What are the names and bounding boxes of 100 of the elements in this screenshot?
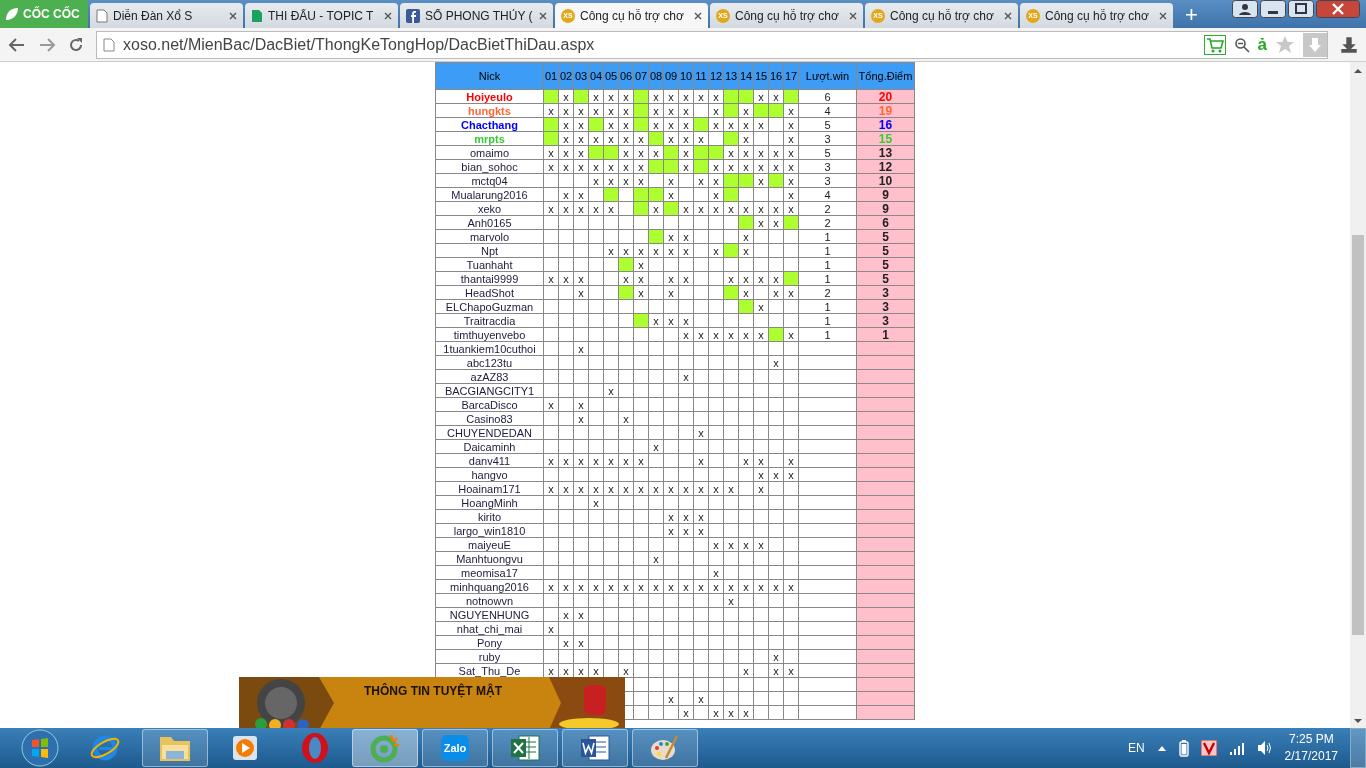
table-cell: x: [588, 453, 604, 468]
table-cell: 1: [798, 327, 857, 342]
signal-icon[interactable]: [1228, 741, 1245, 755]
table-cell: BarcaDisco: [435, 397, 544, 412]
table-cell: x: [753, 453, 769, 468]
table-cell: Pony: [435, 635, 544, 650]
table-cell: x: [723, 537, 739, 552]
table-cell: hungkts: [435, 103, 544, 118]
new-tab-button[interactable]: +: [1185, 2, 1198, 28]
table-cell: x: [753, 271, 769, 286]
table-cell: x: [723, 271, 739, 286]
back-icon[interactable]: [8, 36, 26, 53]
scroll-thumb[interactable]: [1352, 235, 1364, 635]
table-cell: x: [603, 481, 619, 496]
table-cell: x: [558, 89, 574, 104]
taskbar-button[interactable]: [492, 729, 558, 767]
opera-icon: [300, 732, 330, 764]
reload-icon[interactable]: [68, 36, 84, 53]
table-cell: Hoainam171: [435, 481, 544, 496]
leaf-icon: [369, 732, 401, 764]
close-icon[interactable]: [539, 11, 547, 20]
taskbar-button[interactable]: [562, 729, 628, 767]
table-cell: Anh0165: [435, 215, 544, 230]
user-icon[interactable]: [1232, 0, 1258, 18]
table-cell: x: [558, 117, 574, 132]
minimize-icon[interactable]: [1260, 0, 1286, 18]
table-cell: x: [753, 327, 769, 342]
table-cell: x: [693, 89, 709, 104]
table-cell: x: [663, 243, 679, 258]
table-cell: x: [573, 397, 589, 412]
table-cell: x: [768, 89, 784, 104]
maximize-icon[interactable]: [1288, 0, 1314, 18]
table-cell: Hoiyeulo: [435, 89, 544, 104]
taskbar-button[interactable]: [142, 729, 208, 767]
sheet-icon: [251, 8, 263, 23]
taskbar-button[interactable]: Zalo: [422, 729, 488, 767]
table-cell: x: [693, 523, 709, 538]
table-cell: x: [783, 159, 799, 174]
table-cell: x: [633, 131, 649, 146]
cart-icon[interactable]: [1203, 34, 1226, 55]
clock-date[interactable]: 2/17/2017: [1284, 748, 1338, 765]
close-icon[interactable]: [229, 11, 237, 20]
table-cell: x: [663, 229, 679, 244]
table-cell: x: [648, 243, 664, 258]
table-cell: x: [678, 271, 694, 286]
table-cell: x: [663, 691, 679, 706]
star-icon[interactable]: [1275, 34, 1295, 55]
close-icon[interactable]: [1159, 11, 1167, 20]
v-logo-icon[interactable]: [1200, 740, 1217, 756]
table-cell: Mualarung2016: [435, 187, 544, 202]
table-cell: x: [678, 201, 694, 216]
table-cell: x: [678, 131, 694, 146]
table-cell: x: [723, 593, 739, 608]
table-cell: x: [783, 117, 799, 132]
address-bar[interactable]: xoso.net/MienBac/DacBiet/ThongKeTongHop/DacBietThiDau.aspx ả: [96, 30, 1328, 59]
table-cell: x: [588, 579, 604, 594]
table-cell: x: [618, 89, 634, 104]
close-icon[interactable]: [1004, 11, 1012, 20]
table-cell: 6: [798, 89, 857, 104]
battery-icon[interactable]: [1178, 739, 1189, 757]
table-cell: x: [768, 663, 784, 678]
start-button[interactable]: [20, 728, 60, 768]
language-indicator[interactable]: EN: [1127, 741, 1145, 755]
table-cell: x: [573, 481, 589, 496]
table-cell: x: [663, 173, 679, 188]
table-cell: x: [648, 89, 664, 104]
ad-banner[interactable]: THÔNG TIN TUYỆT MẬT: [239, 677, 625, 728]
table-cell: x: [633, 173, 649, 188]
table-cell: x: [768, 159, 784, 174]
table-cell: x: [573, 145, 589, 160]
tab-title: Diễn Đàn Xổ S: [113, 8, 194, 23]
table-cell: x: [633, 285, 649, 300]
table-cell: x: [543, 271, 559, 286]
taskbar-button[interactable]: [632, 729, 698, 767]
table-cell: x: [738, 103, 754, 118]
table-cell: x: [558, 635, 574, 650]
browser-tab[interactable]: SỔ PHONG THỦY (: [400, 3, 553, 28]
download-icon[interactable]: [1340, 35, 1358, 54]
browser-tab[interactable]: THI ĐẤU - TOPIC T: [245, 3, 398, 28]
show-hidden-icon[interactable]: [1156, 744, 1167, 752]
table-cell: x: [618, 145, 634, 160]
clock-time[interactable]: 7:25 PM: [1288, 731, 1334, 748]
zoom-icon[interactable]: [1233, 36, 1250, 53]
close-icon[interactable]: [694, 11, 702, 20]
close-icon[interactable]: [1316, 0, 1360, 18]
close-icon[interactable]: [849, 11, 857, 20]
table-cell: x: [618, 481, 634, 496]
browser-tab[interactable]: Diễn Đàn Xổ S: [90, 3, 243, 28]
table-cell: x: [708, 201, 724, 216]
table-cell: x: [573, 159, 589, 174]
table-cell: x: [768, 201, 784, 216]
close-icon[interactable]: [384, 11, 392, 20]
forward-icon[interactable]: [38, 36, 56, 53]
table-cell: x: [648, 103, 664, 118]
table-cell: x: [603, 103, 619, 118]
speaker-icon[interactable]: [1256, 740, 1273, 756]
table-cell: kirito: [435, 509, 544, 524]
table-cell: x: [753, 537, 769, 552]
palette-icon: [649, 733, 681, 763]
table-cell: x: [723, 579, 739, 594]
